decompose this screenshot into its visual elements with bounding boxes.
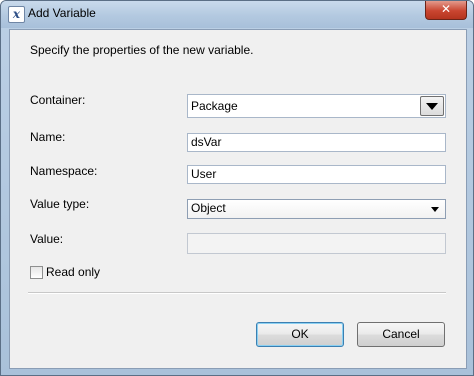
container-select[interactable]: Package xyxy=(187,94,446,118)
variable-x-icon: x xyxy=(8,6,25,23)
ok-button[interactable]: OK xyxy=(256,322,344,347)
chevron-down-icon xyxy=(426,103,438,110)
value-field[interactable] xyxy=(187,233,446,254)
title-bar[interactable]: x Add Variable ✕ xyxy=(1,1,473,28)
cancel-button[interactable]: Cancel xyxy=(357,322,445,347)
read-only-checkbox[interactable] xyxy=(30,266,43,279)
namespace-label: Namespace: xyxy=(30,164,98,178)
name-field[interactable]: dsVar xyxy=(187,133,446,152)
dialog-body: Specify the properties of the new variab… xyxy=(9,29,467,369)
dialog-description: Specify the properties of the new variab… xyxy=(30,43,254,57)
namespace-field[interactable]: User xyxy=(187,165,446,184)
add-variable-dialog: x Add Variable ✕ Specify the properties … xyxy=(0,0,474,376)
name-label: Name: xyxy=(30,130,66,144)
container-label: Container: xyxy=(30,93,86,107)
value-label: Value: xyxy=(30,232,64,246)
close-button[interactable]: ✕ xyxy=(425,1,467,20)
value-type-select[interactable]: Object xyxy=(187,199,446,219)
read-only-label[interactable]: Read only xyxy=(46,265,100,279)
container-dropdown-button[interactable] xyxy=(420,96,444,116)
divider xyxy=(28,292,446,294)
chevron-down-icon xyxy=(431,207,439,212)
value-type-value: Object xyxy=(191,201,226,215)
value-type-label: Value type: xyxy=(30,197,90,211)
container-value: Package xyxy=(191,99,238,113)
window-title: Add Variable xyxy=(28,6,96,20)
